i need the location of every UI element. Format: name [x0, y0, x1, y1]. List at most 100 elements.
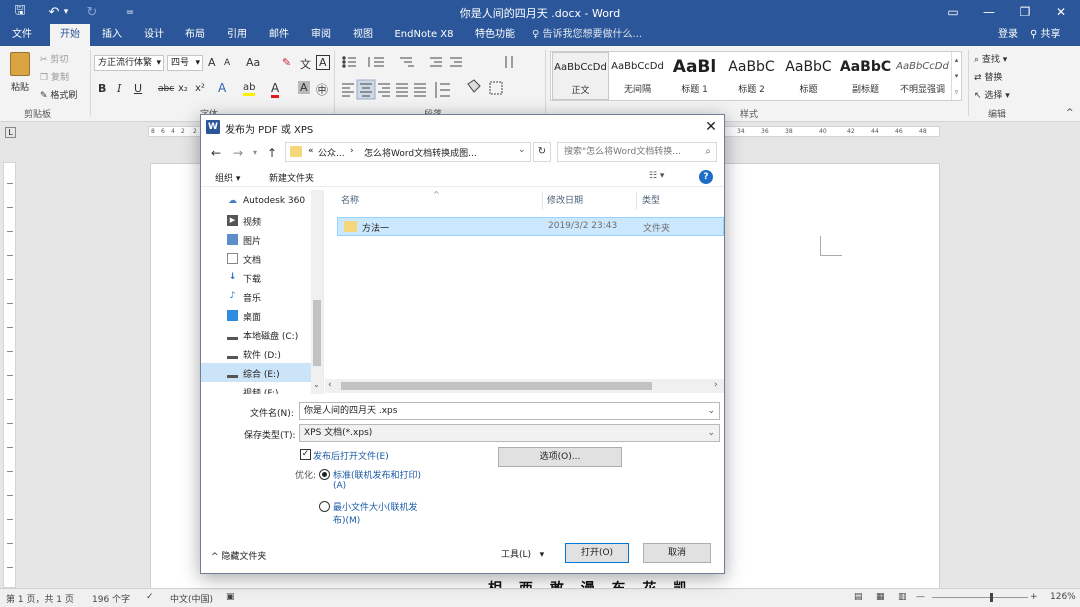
- file-list-scrollbar[interactable]: ‹ ›: [325, 379, 724, 393]
- column-header-date[interactable]: 修改日期: [547, 190, 583, 212]
- filename-input[interactable]: 你是人间的四月天 .xps ⌄: [299, 402, 720, 420]
- tab-selector[interactable]: L: [5, 127, 16, 138]
- find-button[interactable]: ⌕ 查找 ▾: [974, 52, 1007, 65]
- numbering-icon[interactable]: [368, 57, 384, 67]
- align-right-icon[interactable]: [378, 83, 390, 97]
- shading-icon[interactable]: [467, 79, 481, 93]
- collapse-ribbon-icon[interactable]: ^: [1066, 108, 1074, 118]
- help-icon[interactable]: ?: [699, 170, 713, 184]
- minimum-size-radio[interactable]: [319, 501, 330, 512]
- column-header-name[interactable]: 名称: [341, 190, 359, 212]
- subscript-button[interactable]: x₂: [178, 83, 188, 94]
- chevron-down-icon[interactable]: ⌄: [707, 403, 715, 419]
- breadcrumb-segment[interactable]: 公众...: [318, 146, 345, 159]
- read-mode-icon[interactable]: ▤: [854, 592, 863, 602]
- increase-indent-icon[interactable]: [450, 57, 462, 67]
- standard-option-label-2[interactable]: (A): [333, 481, 346, 491]
- nav-item-drive-e[interactable]: 综合 (E:): [201, 363, 311, 382]
- word-count[interactable]: 196 个字: [92, 592, 130, 605]
- copy-button[interactable]: ❐ 复制: [40, 70, 69, 83]
- justify-icon[interactable]: [396, 83, 408, 97]
- address-bar[interactable]: « 公众... › 怎么将Word文档转换成图... ⌄: [285, 142, 531, 162]
- bullets-icon[interactable]: [342, 56, 356, 68]
- nav-item-desktop[interactable]: 桌面: [201, 306, 311, 325]
- macro-icon[interactable]: ▣: [226, 592, 235, 602]
- chevron-left-icon[interactable]: ‹: [328, 380, 332, 390]
- style-heading-1[interactable]: AaBl 标题 1: [666, 52, 723, 100]
- shrink-font-icon[interactable]: A: [224, 58, 230, 68]
- minimize-icon[interactable]: —: [972, 0, 1006, 24]
- view-options-icon[interactable]: ☷ ▾: [649, 171, 664, 181]
- highlight-icon[interactable]: ab: [243, 82, 256, 96]
- open-button[interactable]: 打开(O): [565, 543, 629, 563]
- options-button[interactable]: 选项(O)...: [498, 447, 622, 467]
- close-window-icon[interactable]: ✕: [1044, 0, 1078, 24]
- zoom-in-icon[interactable]: +: [1030, 592, 1038, 602]
- save-type-select[interactable]: XPS 文档(*.xps) ⌄: [299, 424, 720, 442]
- recent-locations-icon[interactable]: ▾: [249, 143, 261, 163]
- chevron-right-icon[interactable]: ›: [714, 380, 718, 390]
- breadcrumb-segment[interactable]: 怎么将Word文档转换成图...: [364, 146, 477, 159]
- nav-item-drive-f[interactable]: 视频 (F:): [201, 382, 311, 394]
- maximize-icon[interactable]: ❐: [1008, 0, 1042, 24]
- back-arrow-icon[interactable]: ←: [207, 143, 225, 163]
- tab-insert[interactable]: 插入: [95, 24, 129, 46]
- tab-view[interactable]: 视图: [346, 24, 380, 46]
- font-color-icon[interactable]: A: [271, 81, 280, 98]
- new-folder-button[interactable]: 新建文件夹: [269, 171, 314, 184]
- tab-layout[interactable]: 布局: [178, 24, 212, 46]
- style-subtitle[interactable]: AaBbC 副标题: [837, 52, 894, 100]
- select-button[interactable]: ↖ 选择 ▾: [974, 88, 1010, 101]
- distributed-icon[interactable]: [414, 83, 426, 97]
- tab-review[interactable]: 审阅: [304, 24, 338, 46]
- nav-item-drive-c[interactable]: 本地磁盘 (C:): [201, 325, 311, 344]
- style-normal[interactable]: AaBbCcDd 正文: [552, 52, 609, 100]
- tab-references[interactable]: 引用: [220, 24, 254, 46]
- forward-arrow-icon[interactable]: →: [229, 143, 247, 163]
- text-effects-icon[interactable]: A: [218, 81, 226, 95]
- style-heading-2[interactable]: AaBbC 标题 2: [723, 52, 780, 100]
- chevron-down-icon[interactable]: ⌄: [707, 425, 715, 441]
- nav-scrollbar[interactable]: ⌄: [311, 190, 323, 394]
- tab-home[interactable]: 开始: [50, 24, 90, 46]
- nav-item-music[interactable]: ♪ 音乐: [201, 287, 311, 306]
- ribbon-display-icon[interactable]: ▭: [936, 0, 970, 24]
- nav-item-downloads[interactable]: ↓ 下载: [201, 268, 311, 287]
- tell-me-box[interactable]: ♀ 告诉我您想要做什么...: [532, 24, 642, 46]
- login-link[interactable]: 登录: [998, 24, 1018, 46]
- page-count[interactable]: 第 1 页，共 1 页: [6, 592, 74, 605]
- styles-scroll[interactable]: ▴ ▾ ▿: [951, 52, 961, 100]
- open-after-label[interactable]: 发布后打开文件(E): [313, 449, 389, 462]
- organize-button[interactable]: 组织 ▾: [215, 171, 240, 184]
- font-name-combo[interactable]: 方正流行体繁 ▾: [94, 55, 164, 71]
- column-header-type[interactable]: 类型: [642, 190, 660, 212]
- align-left-icon[interactable]: [342, 83, 354, 97]
- nav-item-pictures[interactable]: 图片: [201, 230, 311, 249]
- nav-item-autodesk[interactable]: ☁ Autodesk 360: [201, 192, 311, 211]
- standard-radio[interactable]: [319, 469, 330, 480]
- table-row[interactable]: 方法一 2019/3/2 23:43 文件夹: [337, 217, 724, 236]
- char-shading-icon[interactable]: A: [298, 81, 310, 94]
- borders-icon[interactable]: [489, 81, 503, 95]
- share-button[interactable]: ⚲ 共享: [1030, 24, 1061, 46]
- nav-item-videos[interactable]: ▶ 视频: [201, 211, 311, 230]
- dialog-close-icon[interactable]: ✕: [701, 118, 721, 136]
- grow-font-icon[interactable]: A: [208, 56, 216, 69]
- search-input[interactable]: 搜索"怎么将Word文档转换... ⌕: [557, 142, 717, 162]
- tools-button[interactable]: 工具(L) ▾: [501, 547, 544, 560]
- align-center-icon[interactable]: [356, 79, 376, 100]
- open-after-checkbox[interactable]: ✓: [300, 449, 311, 460]
- pinyin-icon[interactable]: 文: [300, 56, 311, 72]
- change-case-icon[interactable]: Aa: [246, 56, 260, 69]
- zoom-slider-thumb[interactable]: [990, 593, 993, 602]
- proofing-icon[interactable]: ✓: [146, 592, 154, 602]
- decrease-indent-icon[interactable]: [430, 57, 442, 67]
- refresh-icon[interactable]: ↻: [533, 142, 551, 162]
- scrollbar-thumb[interactable]: [341, 382, 652, 390]
- minimum-option-label-2[interactable]: 布)(M): [333, 513, 360, 526]
- tab-file[interactable]: 文件: [4, 24, 40, 46]
- style-subtle-emphasis[interactable]: AaBbCcDd 不明显强调: [894, 52, 951, 100]
- superscript-button[interactable]: x²: [195, 83, 205, 94]
- underline-button[interactable]: U: [134, 82, 142, 95]
- enclose-char-icon[interactable]: ㊥: [316, 81, 328, 98]
